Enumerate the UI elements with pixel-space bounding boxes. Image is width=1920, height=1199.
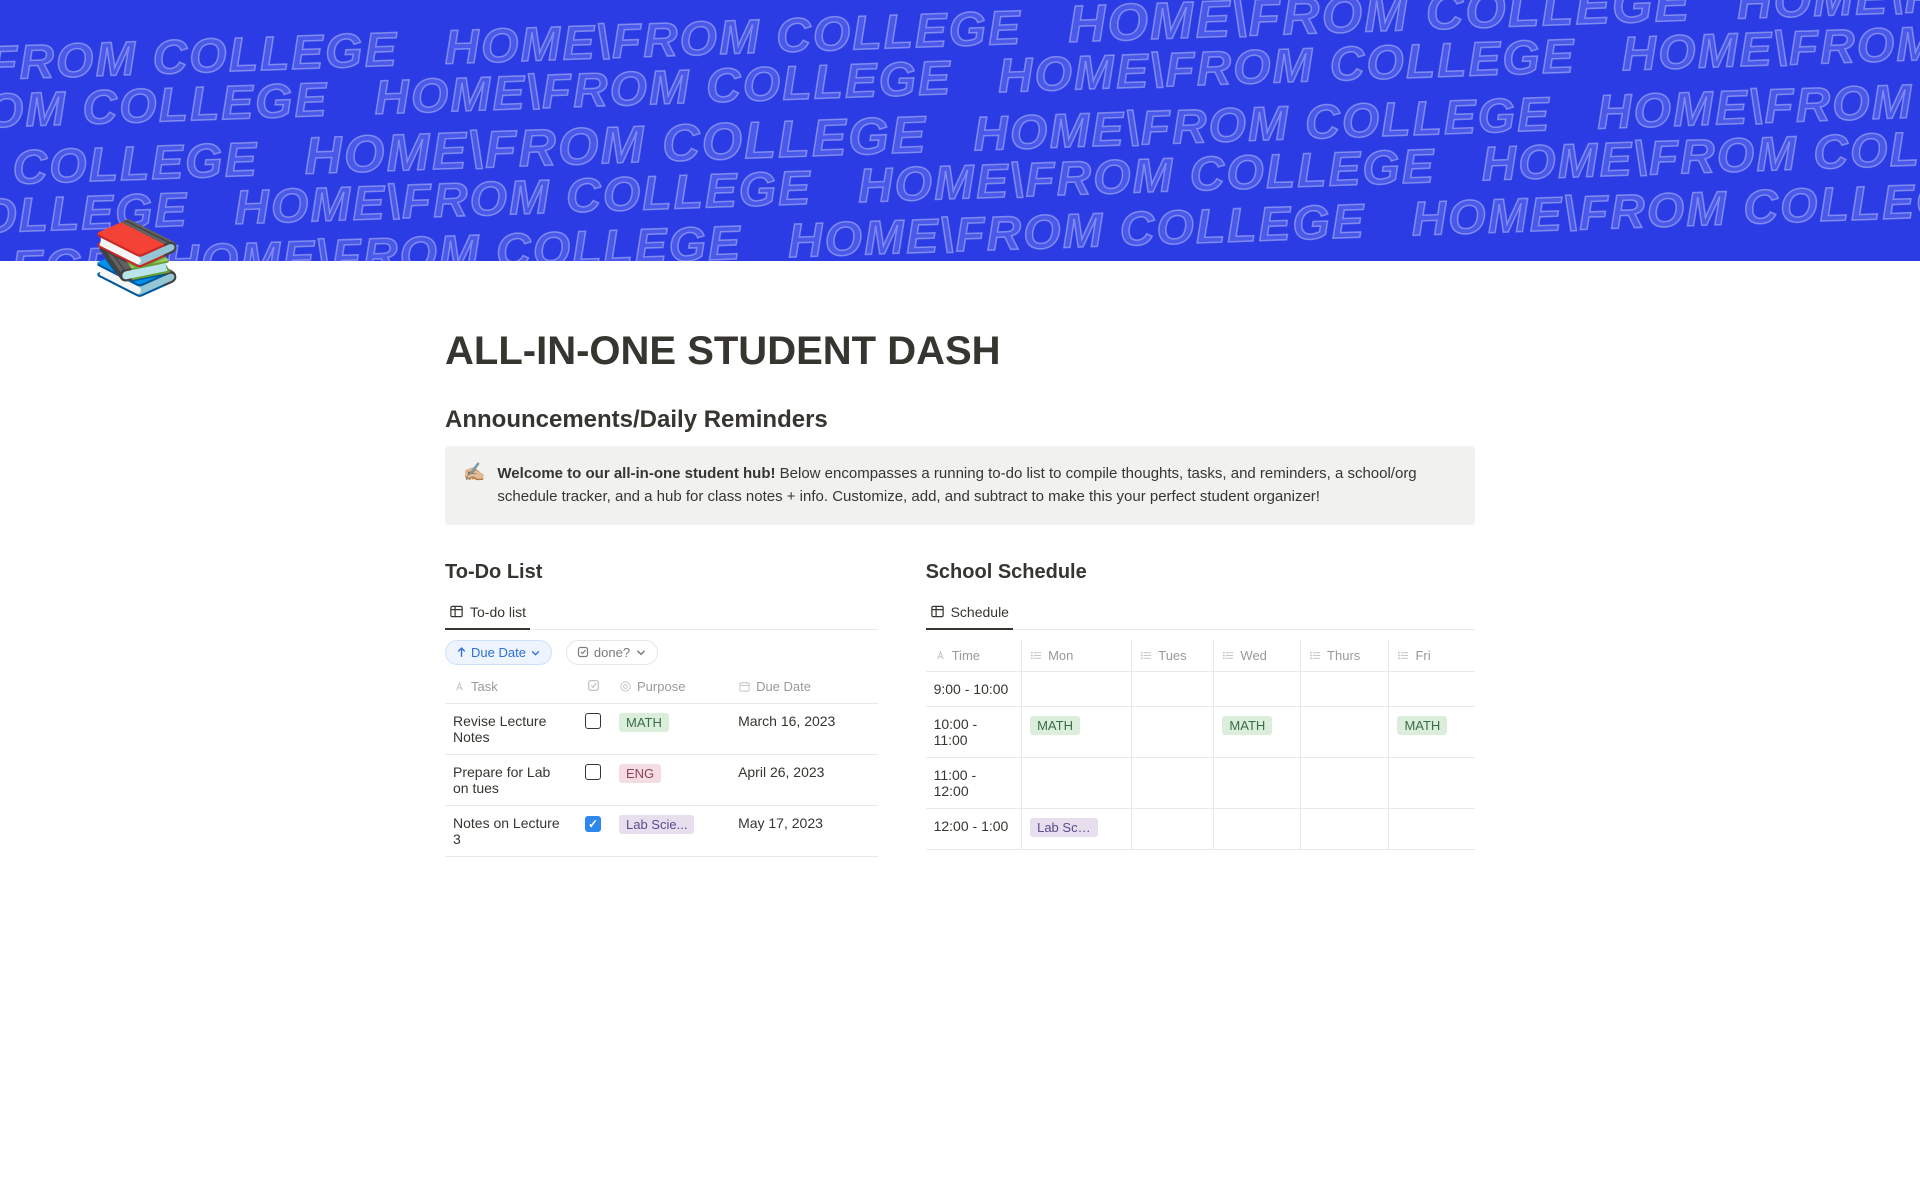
table-row[interactable]: Notes on Lecture 3 Lab Scie...May 17, 202… xyxy=(445,805,878,856)
col-done[interactable] xyxy=(575,671,611,704)
day-cell[interactable] xyxy=(1214,808,1301,849)
due-cell[interactable]: April 26, 2023 xyxy=(730,754,878,805)
table-row[interactable]: 11:00 - 12:00 xyxy=(926,757,1475,808)
tab-todo-list[interactable]: To-do list xyxy=(445,598,530,630)
time-cell[interactable]: 11:00 - 12:00 xyxy=(926,757,1022,808)
tab-label: Schedule xyxy=(951,604,1009,620)
col-due-date[interactable]: Due Date xyxy=(730,671,878,704)
list-icon xyxy=(1030,649,1043,662)
checkbox-icon xyxy=(577,646,589,658)
todo-table: Task Purpose Due Date Revise Lecture Not… xyxy=(445,671,878,857)
day-cell[interactable] xyxy=(1389,757,1475,808)
day-cell[interactable]: Lab Scie... xyxy=(1022,808,1132,849)
day-cell[interactable] xyxy=(1389,671,1475,706)
day-cell[interactable] xyxy=(1132,808,1214,849)
day-cell[interactable]: MATH xyxy=(1389,706,1475,757)
checkbox[interactable] xyxy=(585,764,601,780)
due-cell[interactable]: May 17, 2023 xyxy=(730,805,878,856)
day-cell[interactable] xyxy=(1132,671,1214,706)
due-cell[interactable]: March 16, 2023 xyxy=(730,703,878,754)
table-icon xyxy=(449,604,464,619)
col-mon[interactable]: Mon xyxy=(1022,640,1132,672)
col-fri[interactable]: Fri xyxy=(1389,640,1475,672)
purpose-cell[interactable]: ENG xyxy=(611,754,730,805)
table-row[interactable]: 12:00 - 1:00Lab Scie... xyxy=(926,808,1475,849)
col-time[interactable]: Time xyxy=(926,640,1022,672)
col-wed[interactable]: Wed xyxy=(1214,640,1301,672)
task-cell[interactable]: Revise Lecture Notes xyxy=(445,703,575,754)
day-cell[interactable] xyxy=(1132,706,1214,757)
table-row[interactable]: Revise Lecture Notes MATHMarch 16, 2023 xyxy=(445,703,878,754)
schedule-heading[interactable]: School Schedule xyxy=(926,561,1475,584)
done-cell[interactable] xyxy=(575,805,611,856)
chevron-down-icon xyxy=(635,646,647,658)
arrow-up-icon xyxy=(456,647,467,658)
sort-due-date[interactable]: Due Date xyxy=(445,640,552,665)
schedule-table: Time Mon Tues Wed Thurs Fri 9:00 - 10:00… xyxy=(926,640,1475,850)
day-cell[interactable] xyxy=(1022,757,1132,808)
purpose-cell[interactable]: MATH xyxy=(611,703,730,754)
todo-heading[interactable]: To-Do List xyxy=(445,561,878,584)
purpose-cell[interactable]: Lab Scie... xyxy=(611,805,730,856)
writing-hand-icon: ✍🏼 xyxy=(463,462,485,509)
checkbox-icon xyxy=(587,679,600,692)
tab-schedule[interactable]: Schedule xyxy=(926,598,1013,630)
done-cell[interactable] xyxy=(575,703,611,754)
day-cell[interactable] xyxy=(1301,757,1389,808)
list-icon xyxy=(1140,649,1153,662)
done-cell[interactable] xyxy=(575,754,611,805)
filter-done[interactable]: done? xyxy=(566,640,658,665)
calendar-icon xyxy=(738,680,751,693)
cover-banner: HOME\FROM COLLEGE HOME\FROM COLLEGE HOME… xyxy=(0,0,1920,261)
table-icon xyxy=(930,604,945,619)
day-cell[interactable] xyxy=(1301,671,1389,706)
day-cell[interactable] xyxy=(1214,671,1301,706)
col-tues[interactable]: Tues xyxy=(1132,640,1214,672)
col-task[interactable]: Task xyxy=(445,671,575,704)
page-title[interactable]: ALL-IN-ONE STUDENT DASH xyxy=(445,329,1475,374)
list-icon xyxy=(1397,649,1410,662)
text-icon xyxy=(934,649,947,662)
task-cell[interactable]: Prepare for Lab on tues xyxy=(445,754,575,805)
page-icon[interactable]: 📚 xyxy=(92,215,182,300)
col-thurs[interactable]: Thurs xyxy=(1301,640,1389,672)
checkbox[interactable] xyxy=(585,713,601,729)
time-cell[interactable]: 9:00 - 10:00 xyxy=(926,671,1022,706)
list-icon xyxy=(1309,649,1322,662)
chevron-down-icon xyxy=(530,647,541,658)
announcements-heading[interactable]: Announcements/Daily Reminders xyxy=(445,406,1475,434)
col-purpose[interactable]: Purpose xyxy=(611,671,730,704)
day-cell[interactable] xyxy=(1132,757,1214,808)
day-cell[interactable] xyxy=(1301,808,1389,849)
day-cell[interactable]: MATH xyxy=(1022,706,1132,757)
day-cell[interactable] xyxy=(1301,706,1389,757)
target-icon xyxy=(619,680,632,693)
table-row[interactable]: 9:00 - 10:00 xyxy=(926,671,1475,706)
welcome-callout[interactable]: ✍🏼 Welcome to our all-in-one student hub… xyxy=(445,446,1475,525)
list-icon xyxy=(1222,649,1235,662)
day-cell[interactable] xyxy=(1389,808,1475,849)
day-cell[interactable] xyxy=(1022,671,1132,706)
time-cell[interactable]: 10:00 - 11:00 xyxy=(926,706,1022,757)
callout-text: Welcome to our all-in-one student hub! B… xyxy=(497,462,1457,509)
task-cell[interactable]: Notes on Lecture 3 xyxy=(445,805,575,856)
table-row[interactable]: 10:00 - 11:00MATHMATHMATH xyxy=(926,706,1475,757)
tab-label: To-do list xyxy=(470,604,526,620)
text-icon xyxy=(453,680,466,693)
day-cell[interactable]: MATH xyxy=(1214,706,1301,757)
time-cell[interactable]: 12:00 - 1:00 xyxy=(926,808,1022,849)
checkbox[interactable] xyxy=(585,816,601,832)
table-row[interactable]: Prepare for Lab on tues ENGApril 26, 2023 xyxy=(445,754,878,805)
day-cell[interactable] xyxy=(1214,757,1301,808)
